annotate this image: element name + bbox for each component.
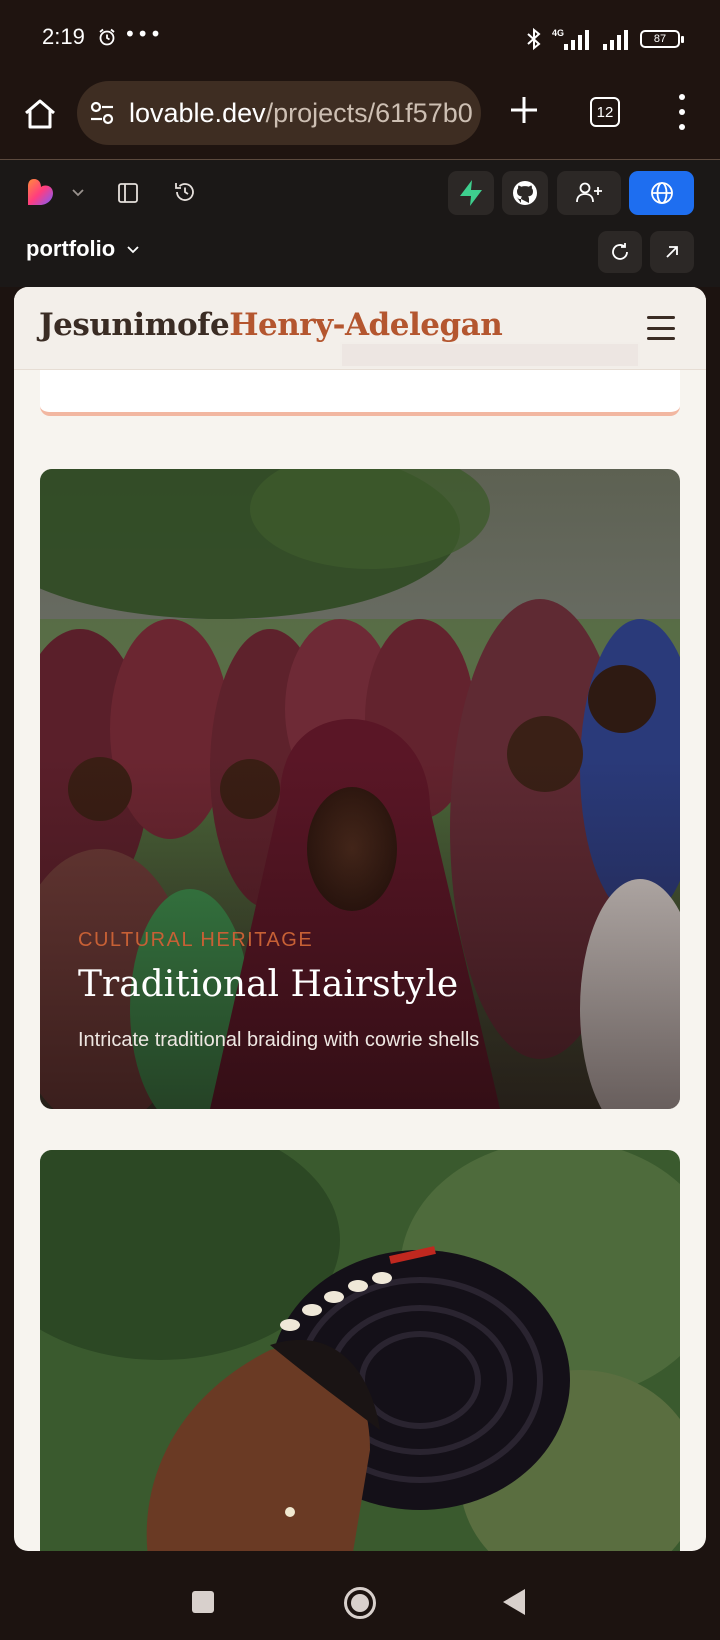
site-settings-icon[interactable] xyxy=(89,100,115,126)
status-time: 2:19 xyxy=(42,24,85,49)
sidebar-toggle-icon[interactable] xyxy=(117,182,139,204)
battery-level: 87 xyxy=(653,33,667,45)
home-button[interactable] xyxy=(344,1587,376,1619)
external-link-icon xyxy=(666,246,678,258)
browser-toolbar: lovable.dev/projects/61f57b0 12 xyxy=(0,78,720,160)
project-selector[interactable]: portfolio xyxy=(26,236,141,262)
gallery-card[interactable] xyxy=(40,1150,680,1551)
brand-last-name: Henry-Adelegan xyxy=(229,307,503,343)
gallery-card[interactable]: CULTURAL HERITAGE Traditional Hairstyle … xyxy=(40,469,680,1109)
recents-button[interactable] xyxy=(192,1591,214,1613)
brand-first-name: Jesunimofe xyxy=(39,307,230,343)
chevron-down-icon xyxy=(127,246,139,254)
site-header: JesunimofeHenry-Adelegan xyxy=(14,287,706,370)
site-brand[interactable]: JesunimofeHenry-Adelegan xyxy=(39,307,503,343)
card-category: CULTURAL HERITAGE xyxy=(78,929,314,951)
more-notifications-icon: ••• xyxy=(124,22,163,46)
chevron-down-icon[interactable] xyxy=(70,184,86,200)
add-user-icon xyxy=(576,182,602,203)
history-icon[interactable] xyxy=(173,180,197,204)
bluetooth-icon xyxy=(527,27,541,51)
browser-menu-icon[interactable] xyxy=(672,94,692,130)
network-type: 4G xyxy=(552,28,564,38)
back-button[interactable] xyxy=(503,1589,525,1615)
github-icon xyxy=(513,181,537,205)
card-title: Traditional Hairstyle xyxy=(78,964,459,1005)
open-in-new-tab-button[interactable] xyxy=(650,231,694,273)
new-tab-icon[interactable] xyxy=(506,92,542,128)
system-navigation-bar xyxy=(0,1551,720,1640)
refresh-icon xyxy=(612,243,628,260)
refresh-preview-button[interactable] xyxy=(598,231,642,273)
signal-4g-icon: 4G xyxy=(552,28,589,50)
project-name: portfolio xyxy=(26,236,116,261)
url-domain: lovable.dev xyxy=(129,97,266,128)
globe-icon xyxy=(650,182,673,204)
home-icon[interactable] xyxy=(20,94,60,134)
github-button[interactable] xyxy=(502,171,548,215)
supabase-button[interactable] xyxy=(448,171,494,215)
lovable-logo-icon[interactable] xyxy=(26,178,54,206)
alarm-icon xyxy=(99,28,115,46)
card-photo xyxy=(40,1150,680,1551)
status-icons: 4G 87 xyxy=(526,26,684,52)
publish-button[interactable] xyxy=(629,171,694,215)
site-preview: JesunimofeHenry-Adelegan CULTURAL HERITA… xyxy=(14,287,706,1551)
signal-icon xyxy=(603,30,628,50)
url-text: lovable.dev/projects/61f57b0 xyxy=(129,98,473,129)
url-path: /projects/61f57b0 xyxy=(265,97,473,128)
tab-count: 12 xyxy=(596,103,614,121)
lovable-toolbar: portfolio xyxy=(0,160,720,287)
invite-button[interactable] xyxy=(557,171,621,215)
address-bar[interactable]: lovable.dev/projects/61f57b0 xyxy=(77,81,481,145)
tab-switcher-button[interactable]: 12 xyxy=(590,97,620,127)
menu-icon[interactable] xyxy=(647,316,675,340)
supabase-icon xyxy=(460,180,482,206)
card-description: Intricate traditional braiding with cowr… xyxy=(78,1029,480,1051)
battery-icon: 87 xyxy=(640,30,684,48)
status-bar: 2:19 ••• 4G 87 xyxy=(0,0,720,78)
